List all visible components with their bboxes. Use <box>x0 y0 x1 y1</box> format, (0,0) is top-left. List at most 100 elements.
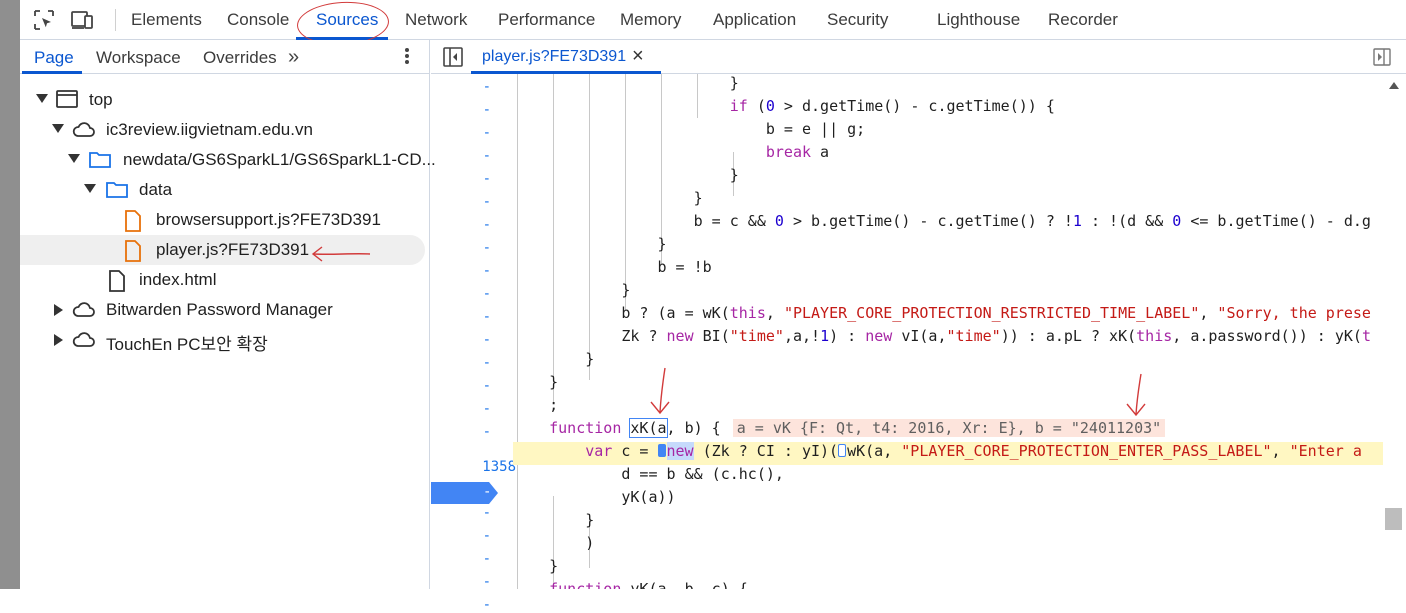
collapse-arrow-icon[interactable] <box>54 334 63 346</box>
frame-icon <box>56 90 78 113</box>
close-icon[interactable]: × <box>632 45 644 68</box>
code-line: } <box>513 281 631 299</box>
expand-arrow-icon[interactable] <box>84 184 96 193</box>
tab-application[interactable]: Application <box>713 10 796 30</box>
code-editor: player.js?FE73D391 × - - - - - - - - - -… <box>431 40 1406 613</box>
line-number[interactable]: - <box>483 148 491 164</box>
vertical-scrollbar[interactable] <box>1383 74 1406 589</box>
window-edge <box>0 0 20 589</box>
kebab-menu-icon[interactable] <box>404 46 410 72</box>
tree-item-label: Bitwarden Password Manager <box>106 300 333 319</box>
line-number[interactable]: - <box>483 332 491 348</box>
code-line: } <box>513 350 595 368</box>
tree-item-domain[interactable]: ic3review.iigvietnam.edu.vn <box>20 115 425 145</box>
code-line: yK(a)) <box>513 488 676 506</box>
line-number[interactable]: - <box>483 125 491 141</box>
line-number[interactable]: - <box>483 171 491 187</box>
tree-item-bitwarden[interactable]: Bitwarden Password Manager <box>20 295 425 325</box>
code-line: b = e || g; <box>513 120 866 138</box>
tab-performance[interactable]: Performance <box>498 10 595 30</box>
pause-location-icon[interactable] <box>657 444 666 457</box>
tree-item-touchen[interactable]: TouchEn PC보안 확장 <box>20 325 425 355</box>
line-number[interactable]: - <box>483 309 491 325</box>
line-number[interactable]: - <box>483 401 491 417</box>
line-number[interactable]: - <box>483 424 491 440</box>
code-line: } <box>513 511 595 529</box>
code-content[interactable]: } if (0 > d.getTime() - c.getTime()) { b… <box>513 74 1383 589</box>
toggle-navigator-icon[interactable] <box>443 47 463 72</box>
tab-recorder[interactable]: Recorder <box>1048 10 1118 30</box>
tab-lighthouse[interactable]: Lighthouse <box>937 10 1020 30</box>
code-line: } <box>513 373 559 391</box>
collapse-arrow-icon[interactable] <box>54 304 63 316</box>
code-line: ; <box>513 396 559 414</box>
line-number[interactable]: - <box>483 240 491 256</box>
line-number[interactable]: - <box>483 79 491 95</box>
line-gutter: - - - - - - - - - - - - - - - - 1358 - -… <box>431 74 516 613</box>
line-number[interactable]: - <box>483 505 491 521</box>
inspect-element-icon[interactable] <box>32 8 56 32</box>
code-line: b = !b <box>513 258 712 276</box>
line-number[interactable]: - <box>483 378 491 394</box>
cloud-icon <box>72 330 96 353</box>
line-number[interactable]: - <box>483 194 491 210</box>
line-number[interactable]: - <box>483 102 491 118</box>
tab-elements[interactable]: Elements <box>131 10 202 30</box>
js-file-icon <box>124 240 142 267</box>
cloud-icon <box>72 300 96 323</box>
toolbar-divider <box>115 9 116 31</box>
cloud-icon <box>72 120 96 143</box>
line-number: - <box>483 484 492 500</box>
tree-item-label: newdata/GS6SparkL1/GS6SparkL1-CD... <box>123 150 436 169</box>
line-number[interactable]: - <box>483 551 491 567</box>
code-line: } <box>513 557 559 575</box>
tab-overrides[interactable]: Overrides <box>203 48 277 68</box>
expand-arrow-icon[interactable] <box>68 154 80 163</box>
tab-page[interactable]: Page <box>34 48 74 68</box>
tree-item-label: data <box>139 180 173 199</box>
code-line: if (0 > d.getTime() - c.getTime()) { <box>729 97 1055 115</box>
line-number[interactable]: 1358 <box>482 459 516 475</box>
file-tab-label: player.js?FE73D391 <box>482 48 627 65</box>
more-tabs-icon[interactable]: » <box>288 46 299 69</box>
line-number[interactable]: - <box>483 263 491 279</box>
scrollbar-thumb[interactable] <box>1385 508 1402 530</box>
tab-memory[interactable]: Memory <box>620 10 681 30</box>
tree-item-file-browsersupport[interactable]: browsersupport.js?FE73D391 <box>20 205 425 235</box>
tree-item-top[interactable]: top <box>20 85 425 115</box>
expand-arrow-icon[interactable] <box>52 124 64 133</box>
pause-location-icon[interactable] <box>838 444 847 457</box>
code-line: } <box>513 166 739 184</box>
tree-item-label: TouchEn PC보안 확장 <box>106 335 268 354</box>
toggle-debugger-icon[interactable] <box>1373 48 1391 71</box>
editor-tab-bar: player.js?FE73D391 × <box>431 40 1406 74</box>
line-number[interactable]: - <box>483 574 491 590</box>
code-line: } <box>513 74 739 92</box>
devtools-toolbar: Elements Console Sources Network Perform… <box>20 0 1406 48</box>
expand-arrow-icon[interactable] <box>36 94 48 103</box>
tab-network[interactable]: Network <box>405 10 467 30</box>
annotation-arrow <box>1126 373 1146 417</box>
navigator-tabs: Page Workspace Overrides » <box>20 40 430 74</box>
line-number[interactable]: - <box>483 528 491 544</box>
js-file-icon <box>124 210 142 237</box>
file-icon <box>108 270 126 297</box>
folder-icon <box>89 150 111 173</box>
active-nav-tab-indicator <box>22 71 82 74</box>
tab-security[interactable]: Security <box>827 10 888 30</box>
tree-item-label: top <box>89 90 113 109</box>
tree-item-file-index[interactable]: index.html <box>20 265 425 295</box>
scroll-up-icon[interactable] <box>1389 82 1399 89</box>
tab-workspace[interactable]: Workspace <box>96 48 181 68</box>
code-line: d == b && (c.hc(), <box>513 465 784 483</box>
code-line: } <box>513 235 667 253</box>
tab-console[interactable]: Console <box>227 10 289 30</box>
line-number[interactable]: - <box>483 217 491 233</box>
tree-item-folder-newdata[interactable]: newdata/GS6SparkL1/GS6SparkL1-CD... <box>20 145 436 175</box>
line-number[interactable]: - <box>483 597 491 613</box>
tree-item-folder-data[interactable]: data <box>20 175 425 205</box>
line-number[interactable]: - <box>483 355 491 371</box>
device-toolbar-icon[interactable] <box>70 8 94 32</box>
breakpoint-marker[interactable]: - <box>431 482 498 504</box>
line-number[interactable]: - <box>483 286 491 302</box>
